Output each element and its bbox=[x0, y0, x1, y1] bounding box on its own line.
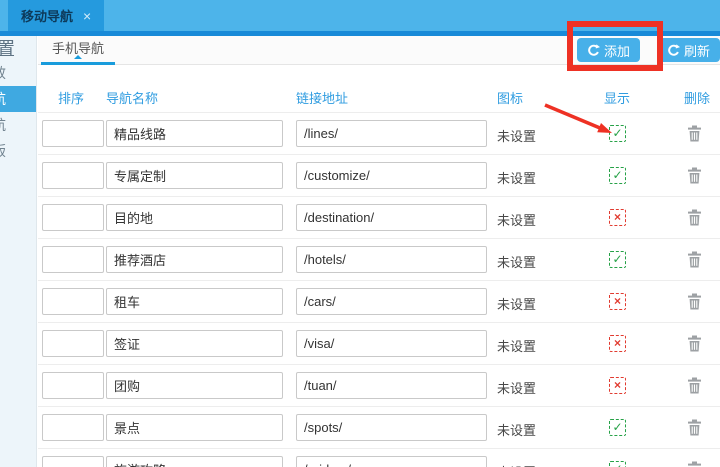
col-sort: 排序 bbox=[58, 88, 84, 107]
tab-title: 移动导航 bbox=[21, 6, 73, 25]
visibility-toggle-icon[interactable]: × bbox=[609, 209, 626, 226]
nav-name-input[interactable] bbox=[106, 162, 283, 189]
link-url-input[interactable] bbox=[296, 120, 487, 147]
table-row: 未设置 × bbox=[38, 322, 720, 364]
sidebar-item-1[interactable]: 效 bbox=[0, 60, 36, 86]
sort-input[interactable] bbox=[42, 330, 104, 357]
sort-input[interactable] bbox=[42, 288, 104, 315]
table-row: 未设置 × bbox=[38, 196, 720, 238]
table-row: 未设置 ✓ bbox=[38, 448, 720, 467]
delete-trash-icon[interactable] bbox=[687, 419, 702, 441]
nav-name-input[interactable] bbox=[106, 204, 283, 231]
sidebar-item-mobile-nav-active[interactable]: 航 bbox=[0, 86, 36, 112]
delete-trash-icon[interactable] bbox=[687, 293, 702, 315]
delete-trash-icon[interactable] bbox=[687, 461, 702, 467]
nav-name-input[interactable] bbox=[106, 330, 283, 357]
table-row: 未设置 ✓ bbox=[38, 154, 720, 196]
icon-status-text: 未设置 bbox=[497, 210, 536, 229]
nav-name-input[interactable] bbox=[106, 120, 283, 147]
table-row: 未设置 ✓ bbox=[38, 238, 720, 280]
sidebar: 置 效 航 航 版 bbox=[0, 36, 37, 467]
link-url-input[interactable] bbox=[296, 246, 487, 273]
table-row: 未设置 × bbox=[38, 364, 720, 406]
sort-input[interactable] bbox=[42, 120, 104, 147]
tab-mobile-navigation[interactable]: 移动导航 × bbox=[8, 0, 104, 31]
add-button[interactable]: 添加 bbox=[577, 38, 640, 62]
tab-phone-navigation[interactable]: 手机导航 bbox=[41, 36, 115, 65]
col-delete: 删除 bbox=[684, 88, 710, 107]
visibility-toggle-icon[interactable]: ✓ bbox=[609, 251, 626, 268]
visibility-toggle-icon[interactable]: ✓ bbox=[609, 419, 626, 436]
delete-trash-icon[interactable] bbox=[687, 125, 702, 147]
icon-status-text: 未设置 bbox=[497, 420, 536, 439]
visibility-toggle-icon[interactable]: ✓ bbox=[609, 167, 626, 184]
main-panel: 手机导航 添加 刷新 bbox=[38, 36, 720, 467]
sidebar-item-3[interactable]: 航 bbox=[0, 112, 36, 138]
visibility-toggle-icon[interactable]: × bbox=[609, 335, 626, 352]
link-url-input[interactable] bbox=[296, 414, 487, 441]
link-url-input[interactable] bbox=[296, 204, 487, 231]
col-show: 显示 bbox=[604, 88, 630, 107]
col-icon: 图标 bbox=[497, 88, 523, 107]
nav-name-input[interactable] bbox=[106, 246, 283, 273]
sort-input[interactable] bbox=[42, 414, 104, 441]
sidebar-section-title: 置 bbox=[0, 36, 36, 60]
nav-name-input[interactable] bbox=[106, 456, 283, 467]
visibility-toggle-icon[interactable]: × bbox=[609, 377, 626, 394]
panel-toolbar: 手机导航 添加 刷新 bbox=[38, 36, 720, 65]
visibility-toggle-icon[interactable]: ✓ bbox=[609, 461, 626, 467]
icon-status-text: 未设置 bbox=[497, 252, 536, 271]
icon-status-text: 未设置 bbox=[497, 168, 536, 187]
icon-status-text: 未设置 bbox=[497, 126, 536, 145]
sort-input[interactable] bbox=[42, 162, 104, 189]
table-row: 未设置 ✓ bbox=[38, 406, 720, 448]
delete-trash-icon[interactable] bbox=[687, 251, 702, 273]
close-icon[interactable]: × bbox=[83, 8, 91, 24]
sort-input[interactable] bbox=[42, 456, 104, 467]
sidebar-item-4[interactable]: 版 bbox=[0, 138, 36, 164]
link-url-input[interactable] bbox=[296, 162, 487, 189]
sort-input[interactable] bbox=[42, 246, 104, 273]
table-row: 未设置 ✓ bbox=[38, 112, 720, 154]
visibility-toggle-icon[interactable]: ✓ bbox=[609, 125, 626, 142]
link-url-input[interactable] bbox=[296, 456, 487, 467]
table-header: 排序 导航名称 链接地址 图标 显示 删除 bbox=[38, 65, 720, 112]
link-url-input[interactable] bbox=[296, 288, 487, 315]
icon-status-text: 未设置 bbox=[497, 462, 536, 467]
delete-trash-icon[interactable] bbox=[687, 377, 702, 399]
refresh-circle-icon bbox=[587, 44, 600, 57]
table-body: 未设置 ✓ 未设置 ✓ bbox=[38, 112, 720, 467]
delete-trash-icon[interactable] bbox=[687, 335, 702, 357]
visibility-toggle-icon[interactable]: × bbox=[609, 293, 626, 310]
col-url: 链接地址 bbox=[296, 88, 348, 107]
refresh-button[interactable]: 刷新 bbox=[657, 38, 720, 62]
refresh-circle-icon bbox=[667, 44, 680, 57]
link-url-input[interactable] bbox=[296, 372, 487, 399]
window-tab-bar: 移动导航 × bbox=[0, 0, 720, 31]
icon-status-text: 未设置 bbox=[497, 378, 536, 397]
nav-name-input[interactable] bbox=[106, 372, 283, 399]
col-name: 导航名称 bbox=[106, 88, 158, 107]
delete-trash-icon[interactable] bbox=[687, 209, 702, 231]
sort-input[interactable] bbox=[42, 372, 104, 399]
link-url-input[interactable] bbox=[296, 330, 487, 357]
nav-name-input[interactable] bbox=[106, 414, 283, 441]
nav-name-input[interactable] bbox=[106, 288, 283, 315]
table-row: 未设置 × bbox=[38, 280, 720, 322]
icon-status-text: 未设置 bbox=[497, 336, 536, 355]
delete-trash-icon[interactable] bbox=[687, 167, 702, 189]
icon-status-text: 未设置 bbox=[497, 294, 536, 313]
sort-input[interactable] bbox=[42, 204, 104, 231]
